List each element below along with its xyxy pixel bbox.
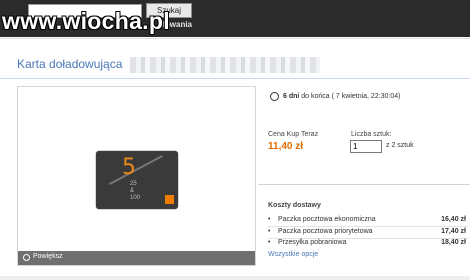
quantity-input[interactable]: 1 [350, 140, 382, 153]
product-image-panel[interactable]: 5 25 & 100 Powiększ [17, 86, 256, 266]
buy-now-price: 11,40 zł [268, 141, 304, 152]
blurred-title-text [130, 57, 320, 73]
shipping-option: • Przesyłka pobraniowa 18,40 zł [268, 239, 468, 249]
list-bullet: • [268, 216, 271, 223]
zoom-label: Powiększ [33, 253, 63, 260]
auction-page: Szukaj dowania www.wiocha.pl Karta doład… [0, 0, 470, 280]
prepaid-card-image: 5 25 & 100 [96, 151, 178, 209]
shipping-option-price: 17,40 zł [441, 228, 466, 235]
magnifier-icon [23, 254, 30, 261]
page-title: Karta doładowująca [17, 57, 123, 71]
row-divider [268, 226, 468, 227]
title-divider [0, 78, 470, 79]
shipping-option-price: 18,40 zł [441, 239, 466, 246]
card-number: 25 [130, 181, 137, 187]
time-remaining-days: 6 dni [283, 93, 300, 100]
card-number: 100 [130, 195, 141, 201]
quantity-label: Liczba sztuk: [351, 131, 392, 138]
operator-logo [165, 195, 174, 204]
shipping-option: • Paczka pocztowa priorytetowa 17,40 zł [268, 228, 468, 238]
clock-icon [270, 92, 279, 101]
list-bullet: • [268, 228, 271, 235]
page-footer-edge [0, 276, 470, 280]
header-divider [0, 38, 470, 39]
shipping-option-name: Paczka pocztowa priorytetowa [278, 228, 373, 235]
site-watermark: www.wiocha.pl [2, 8, 170, 34]
shipping-option-name: Paczka pocztowa ekonomiczna [278, 216, 376, 223]
card-number: & [130, 188, 135, 194]
buy-now-label: Cena Kup Teraz [268, 131, 319, 138]
shipping-option-price: 16,40 zł [441, 216, 466, 223]
quantity-available: z 2 sztuk [386, 142, 414, 149]
zoom-button[interactable]: Powiększ [18, 251, 255, 265]
shipping-divider [258, 184, 470, 185]
all-shipping-options-link[interactable]: Wszystkie opcje [268, 251, 318, 258]
shipping-option-name: Przesyłka pobraniowa [278, 239, 347, 246]
shipping-option: • Paczka pocztowa ekonomiczna 16,40 zł [268, 216, 468, 226]
card-digit: 5 [122, 155, 136, 180]
shipping-title: Koszty dostawy [268, 202, 321, 209]
time-remaining-end: do końca ( 7 kwietnia, 22:30:04) [299, 93, 401, 100]
time-remaining: 6 dni do końca ( 7 kwietnia, 22:30:04) [283, 93, 401, 100]
list-bullet: • [268, 239, 271, 246]
